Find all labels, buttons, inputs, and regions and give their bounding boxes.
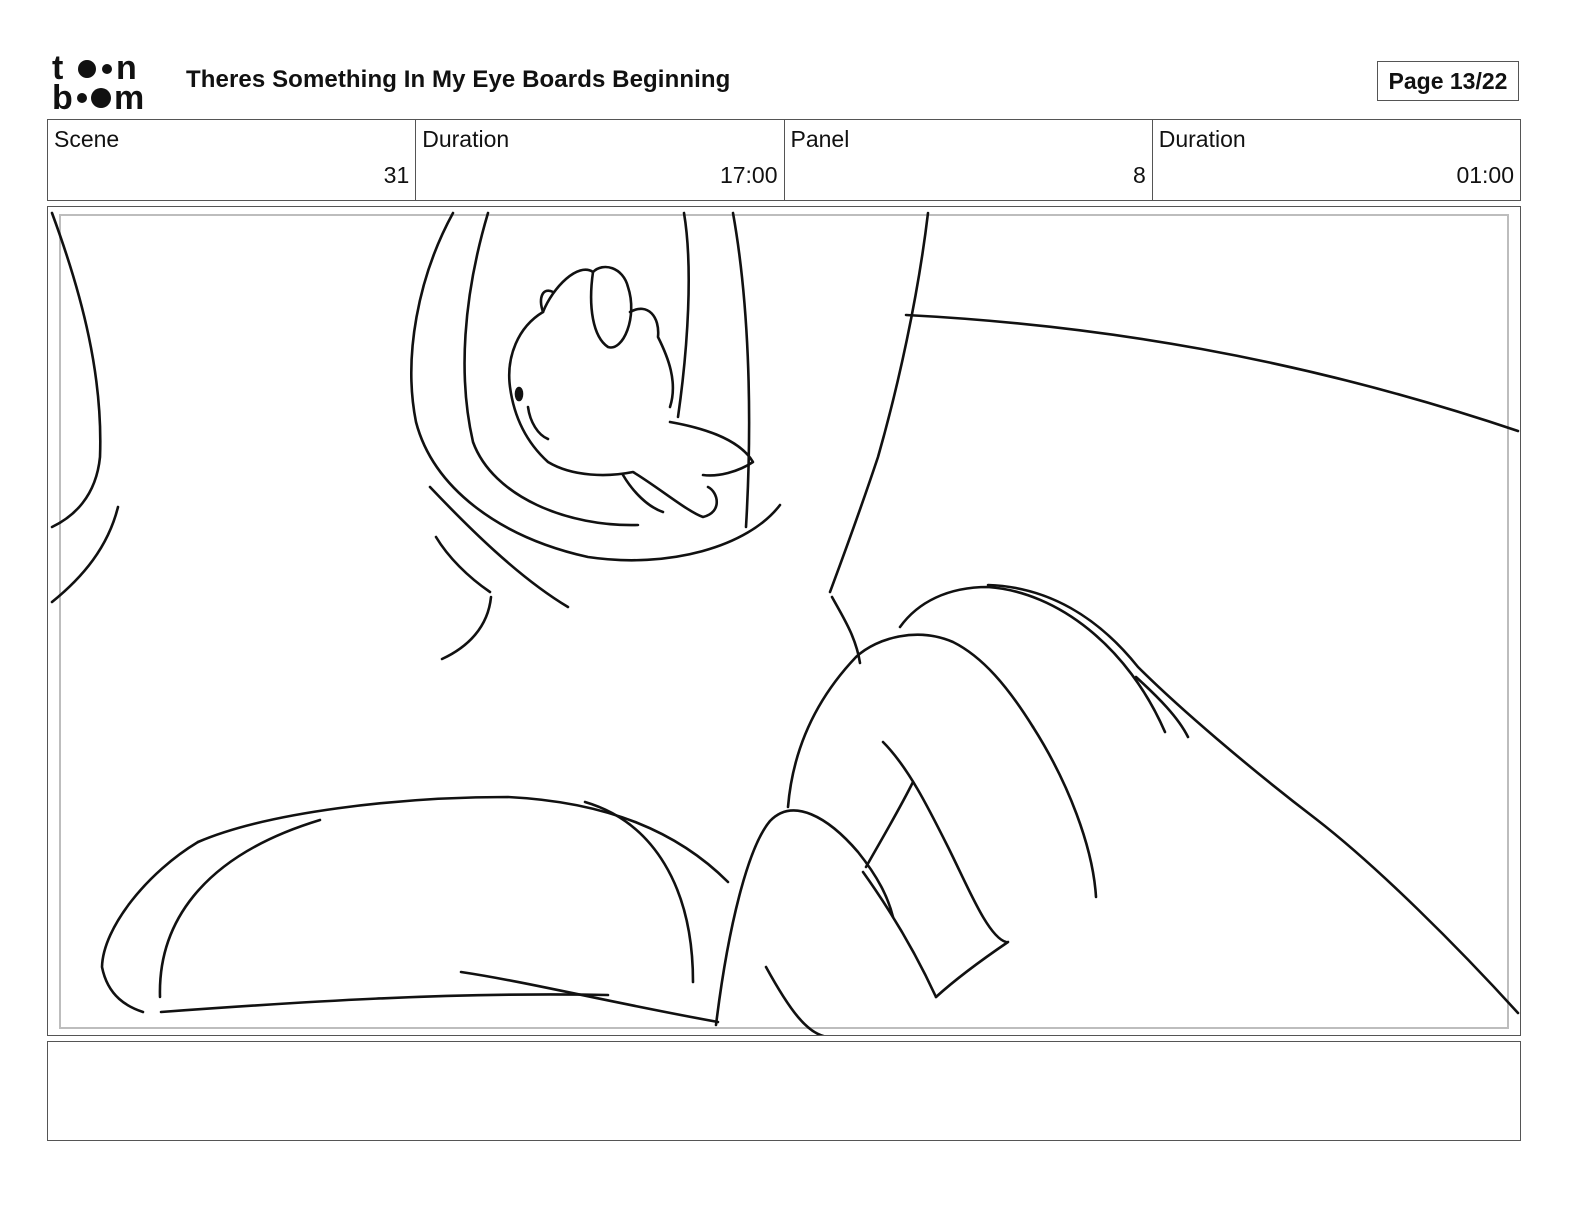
page-indicator: Page 13/22 — [1377, 61, 1519, 101]
panel-notes-box — [47, 1041, 1521, 1141]
scene-value: 31 — [383, 162, 410, 188]
panel-duration-value: 01:00 — [1456, 162, 1514, 188]
scene-cell: Scene 31 — [48, 120, 415, 200]
panel-duration-cell: Duration 01:00 — [1151, 120, 1520, 200]
scene-duration-cell: Duration 17:00 — [415, 120, 783, 200]
panel-sketch — [50, 211, 1520, 1035]
panel-cell: Panel 8 — [783, 120, 1152, 200]
svg-text:m: m — [114, 79, 144, 112]
svg-text:b: b — [52, 79, 73, 112]
scene-duration-label: Duration — [422, 126, 510, 152]
scene-info-row: Scene 31 Duration 17:00 Panel 8 Duration… — [47, 119, 1521, 201]
scene-label: Scene — [54, 126, 120, 152]
storyboard-panel — [47, 206, 1521, 1036]
panel-label: Panel — [790, 126, 850, 152]
panel-duration-label: Duration — [1158, 126, 1246, 152]
panel-value: 8 — [1132, 162, 1146, 188]
scene-duration-value: 17:00 — [719, 162, 778, 188]
toonboom-logo: t n b m — [52, 49, 164, 117]
document-title: Theres Something In My Eye Boards Beginn… — [186, 66, 731, 93]
